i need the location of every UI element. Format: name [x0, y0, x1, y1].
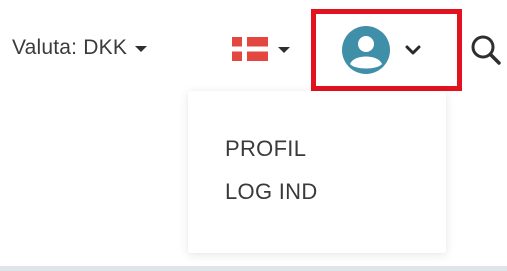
denmark-flag-icon — [232, 37, 268, 61]
user-menu-toggle[interactable] — [341, 25, 421, 75]
user-avatar-icon — [342, 26, 390, 74]
language-selector[interactable] — [232, 37, 290, 61]
currency-selector[interactable]: Valuta: DKK — [12, 36, 148, 60]
chevron-down-icon — [405, 45, 421, 55]
search-icon — [471, 35, 501, 65]
menu-item-profil[interactable]: PROFIL — [225, 136, 306, 162]
caret-down-icon — [278, 47, 290, 53]
top-bar: Valuta: DKK — [0, 0, 507, 100]
caret-down-icon — [135, 46, 148, 52]
content-divider — [0, 266, 507, 271]
user-dropdown-menu: PROFIL LOG IND — [188, 91, 446, 253]
menu-item-log-ind[interactable]: LOG IND — [225, 179, 318, 205]
currency-label: Valuta: DKK — [12, 36, 128, 59]
search-button[interactable] — [470, 34, 502, 66]
